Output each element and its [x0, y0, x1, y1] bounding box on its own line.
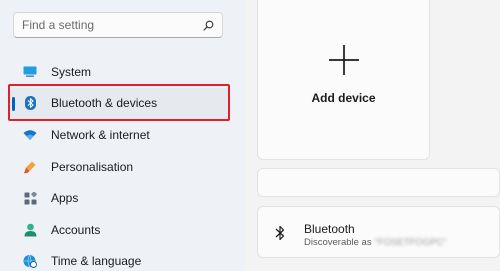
apps-icon [22, 190, 38, 206]
sidebar-item-apps[interactable]: Apps [10, 182, 230, 214]
search-icon[interactable] [202, 19, 214, 31]
bluetooth-icon [22, 95, 38, 111]
search-input[interactable]: Find a setting [22, 18, 202, 32]
bluetooth-title: Bluetooth [304, 222, 355, 236]
sidebar-item-label: Accounts [51, 222, 101, 237]
sidebar-item-network-internet[interactable]: Network & internet [10, 119, 230, 151]
sidebar-item-accounts[interactable]: Accounts [10, 214, 230, 246]
device-name: "FOSETFOGPC" [374, 237, 447, 248]
sidebar-item-system[interactable]: System [10, 56, 230, 88]
sidebar-item-label: Apps [51, 191, 79, 206]
paintbrush-icon [22, 159, 38, 175]
sidebar-item-label: Personalisation [51, 159, 134, 174]
globe-clock-icon [22, 253, 38, 269]
person-icon [22, 222, 38, 238]
blank-card [257, 168, 500, 197]
bluetooth-icon [274, 224, 286, 242]
add-device-label: Add device [311, 91, 376, 105]
search-box[interactable]: Find a setting [13, 12, 223, 38]
add-device-card[interactable]: Add device [257, 0, 430, 160]
bluetooth-card[interactable]: Bluetooth Discoverable as "FOSETFOGPC" [257, 206, 500, 258]
selection-indicator [12, 96, 15, 111]
display-icon [22, 64, 38, 80]
plus-icon [328, 44, 360, 76]
wifi-icon [22, 127, 38, 143]
sidebar-item-label: Time & language [51, 254, 142, 269]
sidebar-item-label: Network & internet [51, 127, 150, 142]
sidebar-item-time-language[interactable]: Time & language [10, 246, 230, 271]
settings-sidebar: Find a setting System Bluetooth & device… [0, 0, 245, 271]
sidebar-item-label: System [51, 64, 92, 79]
sidebar-item-personalisation[interactable]: Personalisation [10, 151, 230, 183]
settings-nav: System Bluetooth & devices Network & int… [10, 56, 230, 271]
sidebar-item-bluetooth-devices[interactable]: Bluetooth & devices [10, 87, 230, 120]
sidebar-item-label: Bluetooth & devices [51, 96, 158, 111]
bluetooth-subtitle: Discoverable as "FOSETFOGPC" [304, 237, 447, 248]
discoverable-label: Discoverable as [304, 237, 372, 248]
